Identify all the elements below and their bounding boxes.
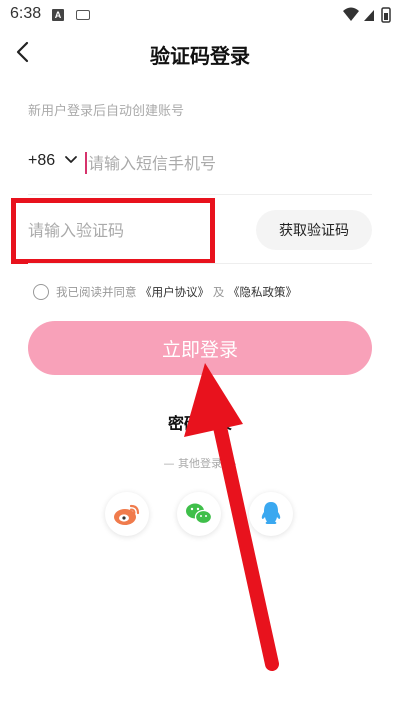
divider [28,194,372,195]
weibo-login-button[interactable] [105,492,149,536]
phone-input[interactable] [88,148,358,178]
new-user-hint: 新用户登录后自动创建账号 [28,104,185,119]
login-button[interactable]: 立即登录 [28,321,372,375]
qq-login-button[interactable] [249,492,293,536]
keyboard-icon [76,10,90,20]
wechat-login-button[interactable] [177,492,221,536]
get-code-button[interactable]: 获取验证码 [256,210,372,250]
agreement-and: 及 [212,285,225,299]
other-login-label: — 其他登录 — [163,457,237,470]
password-login-link[interactable]: 密码登录 [0,410,400,434]
agreement-checkbox[interactable] [33,284,49,300]
signal-icon [364,10,374,21]
wifi-icon [343,7,359,21]
weibo-icon [114,504,140,525]
status-bar: 6:38 A [0,0,400,30]
qq-icon [261,502,281,524]
chevron-down-icon[interactable] [64,153,78,167]
status-right-icons [342,6,392,28]
app-notification-icon: A [52,9,64,21]
highlight-box [11,198,215,264]
agreement-prefix: 我已阅读并同意 [56,285,137,299]
phone-row: +86 [28,148,372,178]
status-time: 6:38 [10,5,42,22]
text-caret [85,152,87,174]
page-title: 验证码登录 [150,44,250,68]
country-code[interactable]: +86 [28,152,55,170]
privacy-policy-link[interactable]: 《隐私政策》 [228,285,297,299]
divider [28,263,372,264]
wechat-icon [186,503,213,525]
agreement-text: 我已阅读并同意 《用户协议》 及 《隐私政策》 [56,284,297,300]
user-agreement-link[interactable]: 《用户协议》 [140,285,209,299]
